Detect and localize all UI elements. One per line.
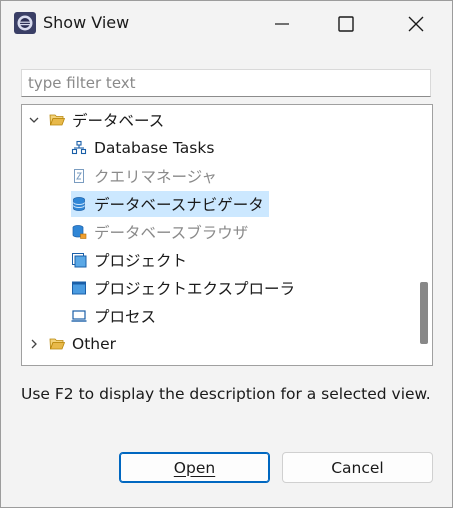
tree-item-label: Database Tasks xyxy=(94,139,215,157)
db-tasks-icon xyxy=(71,140,87,155)
tree-scrollbar[interactable] xyxy=(419,109,428,359)
filter-input[interactable] xyxy=(21,69,431,97)
description-text: Use F2 to display the description for a … xyxy=(21,385,431,403)
dialog-title: Show View xyxy=(43,13,130,32)
tree-item-label: Other xyxy=(72,335,117,353)
minimize-icon[interactable] xyxy=(271,13,293,35)
cancel-button-label: Cancel xyxy=(331,458,384,477)
tree-item-process[interactable]: プロセス xyxy=(71,303,159,329)
cancel-button[interactable]: Cancel xyxy=(282,452,433,483)
database-icon xyxy=(73,197,85,211)
open-button[interactable]: Open xyxy=(119,452,270,483)
tree-item-database-navigator[interactable]: データベースナビゲータ xyxy=(71,191,269,217)
scrollbar-thumb[interactable] xyxy=(420,282,428,344)
title-bar[interactable]: Show View xyxy=(1,1,452,47)
maximize-icon[interactable] xyxy=(335,13,357,35)
chevron-right-icon[interactable] xyxy=(27,337,41,351)
show-view-dialog: Show View データベース xyxy=(0,0,453,508)
tree-item-database-folder[interactable]: データベース xyxy=(27,107,167,133)
folder-open-icon xyxy=(49,338,65,350)
tree-item-label: プロジェクトエクスプローラ xyxy=(94,280,296,298)
project-explorer-icon xyxy=(72,281,86,295)
query-manager-icon xyxy=(74,169,84,183)
tree-item-label: クエリマネージャ xyxy=(94,168,217,186)
tree-item-database-browser[interactable]: データベースブラウザ xyxy=(71,219,251,245)
tree-item-query-manager[interactable]: クエリマネージャ xyxy=(71,163,220,189)
open-button-label: Open xyxy=(173,458,216,477)
project-icon xyxy=(72,253,87,268)
tree-item-label: プロセス xyxy=(94,308,157,326)
chevron-down-icon[interactable] xyxy=(27,113,41,127)
tree-item-project[interactable]: プロジェクト xyxy=(71,247,190,273)
tree-item-database-tasks[interactable]: Database Tasks xyxy=(71,135,217,161)
process-icon xyxy=(71,310,87,322)
view-tree[interactable]: データベース Database Tasks クエリマネージャ データベースナビゲ… xyxy=(21,104,433,366)
close-icon[interactable] xyxy=(405,13,427,35)
tree-item-label: データベース xyxy=(72,112,165,130)
folder-open-icon xyxy=(49,114,65,126)
tree-item-project-explorer[interactable]: プロジェクトエクスプローラ xyxy=(71,275,298,301)
tree-item-label: プロジェクト xyxy=(94,252,188,270)
eclipse-app-icon xyxy=(14,12,36,34)
tree-item-other-folder[interactable]: Other xyxy=(27,331,119,357)
tree-item-label: データベースブラウザ xyxy=(94,224,249,242)
tree-item-label: データベースナビゲータ xyxy=(94,196,264,214)
database-browser-icon xyxy=(72,225,87,239)
